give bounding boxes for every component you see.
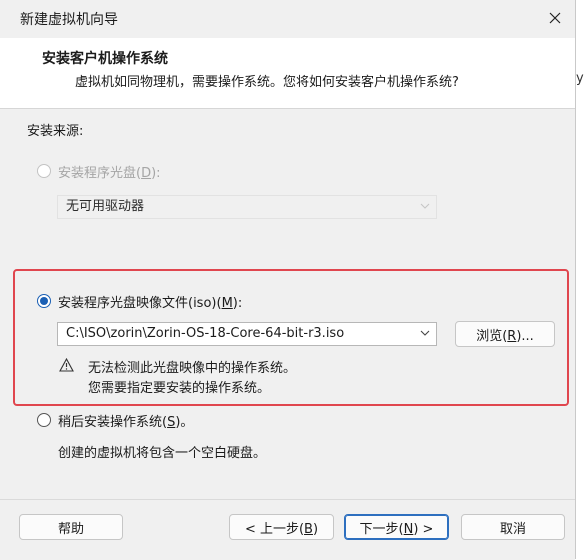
wizard-header: 安装客户机操作系统 虚拟机如同物理机，需要操作系统。您将如何安装客户机操作系统? xyxy=(0,38,575,109)
window-title: 新建虚拟机向导 xyxy=(20,12,118,28)
page-title: 安装客户机操作系统 xyxy=(42,51,168,67)
browse-button-label: 浏览(R)... xyxy=(476,328,534,344)
iso-path-value: C:\ISO\zorin\Zorin-OS-18-Core-64-bit-r3.… xyxy=(66,326,345,341)
chevron-down-icon xyxy=(420,203,430,209)
next-button[interactable]: 下一步(N) > xyxy=(344,514,449,540)
help-button-label: 帮助 xyxy=(57,521,84,537)
close-button[interactable] xyxy=(540,4,570,32)
cancel-button[interactable]: 取消 xyxy=(461,514,565,540)
warning-text-line2: 您需要指定要安装的操作系统。 xyxy=(88,381,271,396)
back-button-label: < 上一步(B) xyxy=(244,521,319,537)
warning-icon xyxy=(59,358,74,372)
warning-text-line1: 无法检测此光盘映像中的操作系统。 xyxy=(88,361,297,376)
page-subtitle: 虚拟机如同物理机，需要操作系统。您将如何安装客户机操作系统? xyxy=(75,75,459,90)
background-window-edge: y xyxy=(576,38,585,108)
close-icon xyxy=(549,12,561,24)
help-button[interactable]: 帮助 xyxy=(19,514,123,540)
new-vm-wizard-dialog: 新建虚拟机向导 安装客户机操作系统 虚拟机如同物理机，需要操作系统。您将如何安装… xyxy=(0,0,576,560)
install-later-label: 稍后安装操作系统(S)。 xyxy=(58,415,194,430)
disc-radio[interactable] xyxy=(37,164,51,178)
install-source-label: 安装来源: xyxy=(27,124,84,139)
chevron-down-icon xyxy=(420,330,430,336)
back-button[interactable]: < 上一步(B) xyxy=(229,514,334,540)
title-bar: 新建虚拟机向导 xyxy=(0,0,575,38)
disc-option-label: 安装程序光盘(D): xyxy=(58,166,161,181)
iso-radio[interactable] xyxy=(37,294,51,308)
cancel-button-label: 取消 xyxy=(499,521,526,537)
install-later-description: 创建的虚拟机将包含一个空白硬盘。 xyxy=(58,446,267,461)
background-window-text: y xyxy=(576,71,584,86)
browse-button[interactable]: 浏览(R)... xyxy=(455,321,555,347)
disc-drive-select[interactable]: 无可用驱动器 xyxy=(57,195,437,219)
iso-option-label: 安装程序光盘映像文件(iso)(M): xyxy=(58,296,243,311)
next-button-label: 下一步(N) > xyxy=(359,521,434,537)
install-later-radio[interactable] xyxy=(37,413,51,427)
iso-path-combobox[interactable]: C:\ISO\zorin\Zorin-OS-18-Core-64-bit-r3.… xyxy=(57,322,437,346)
disc-drive-value: 无可用驱动器 xyxy=(66,199,145,214)
